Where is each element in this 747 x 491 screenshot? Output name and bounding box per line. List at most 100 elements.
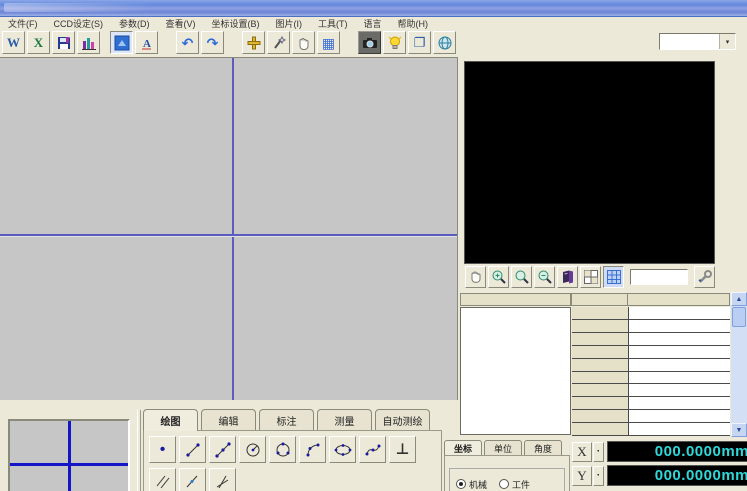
table-row[interactable] — [572, 333, 730, 346]
image-settings-icon — [114, 35, 130, 51]
drawing-workspace[interactable] — [0, 57, 458, 400]
wrench-icon — [697, 269, 713, 285]
tab-coordinate[interactable]: 坐标 — [444, 440, 482, 455]
quadrant-view-button[interactable] — [580, 266, 601, 288]
window-layout-button[interactable]: ❐ — [408, 31, 431, 54]
radio-machine-coordinate[interactable]: 机械 — [456, 478, 487, 491]
language-globe-button[interactable] — [433, 31, 456, 54]
export-word-button[interactable]: W — [2, 31, 25, 54]
toolbar-combobox-input[interactable] — [660, 34, 719, 49]
camera-video-display[interactable] — [464, 61, 715, 264]
title-bar[interactable] — [0, 0, 747, 17]
menu-file[interactable]: 文件(F) — [0, 17, 46, 30]
table-row[interactable] — [572, 397, 730, 410]
crosshair-button[interactable] — [242, 31, 265, 54]
tab-annotate[interactable]: 标注 — [259, 409, 314, 430]
tab-auto-measure[interactable]: 自动测绘 — [375, 409, 430, 430]
x-axis-menu-button[interactable]: · — [593, 442, 604, 462]
bisector-icon — [184, 473, 202, 491]
redo-button[interactable]: ↷ — [201, 31, 224, 54]
table-row[interactable] — [572, 384, 730, 397]
tool-spline-button[interactable] — [359, 436, 386, 463]
scroll-down-button[interactable]: ▼ — [731, 423, 747, 437]
tab-draw[interactable]: 绘图 — [143, 409, 198, 431]
video-pan-button[interactable] — [465, 266, 486, 288]
font-settings-button[interactable]: A — [135, 31, 158, 54]
grid-overlay-button[interactable] — [603, 266, 624, 288]
word-icon: W — [7, 35, 20, 51]
point-icon: • — [160, 442, 166, 458]
tool-perpendicular-button[interactable]: ⊥ — [389, 436, 416, 463]
table-row[interactable] — [572, 320, 730, 333]
menu-language[interactable]: 语言 — [356, 17, 390, 30]
menu-ccd-settings[interactable]: CCD设定(S) — [46, 17, 112, 30]
main-toolbar: W X A ↶ ↷ ▦ — [0, 29, 747, 56]
video-toolbar-input[interactable] — [630, 269, 688, 285]
save-button[interactable] — [52, 31, 75, 54]
tab-measure[interactable]: 测量 — [317, 409, 372, 430]
menu-tools[interactable]: 工具(T) — [310, 17, 356, 30]
tab-edit[interactable]: 编辑 — [201, 409, 256, 430]
zoom-select-button[interactable] — [511, 266, 532, 288]
value-cell — [629, 307, 730, 319]
scroll-down-icon: ▼ — [736, 427, 743, 434]
ellipse-icon — [334, 441, 352, 459]
tool-line-button[interactable] — [179, 436, 206, 463]
tool-angle-button[interactable] — [209, 468, 236, 491]
hand-icon — [468, 269, 483, 284]
value-cell — [629, 384, 730, 396]
menu-coordinate-settings[interactable]: 坐标设置(B) — [204, 17, 268, 30]
table-row[interactable] — [572, 307, 730, 320]
video-tools-button[interactable] — [694, 266, 715, 288]
property-cell — [572, 320, 629, 332]
pick-tool-button[interactable] — [267, 31, 290, 54]
zoom-out-button[interactable] — [534, 266, 555, 288]
arc-icon — [304, 441, 322, 459]
image-settings-button[interactable] — [110, 31, 133, 54]
tool-arc-button[interactable] — [299, 436, 326, 463]
library-button[interactable] — [557, 266, 578, 288]
tool-circle-button[interactable] — [269, 436, 296, 463]
tab-angle[interactable]: 角度 — [524, 440, 562, 455]
chevron-down-icon[interactable]: ▾ — [719, 34, 735, 49]
undo-button[interactable]: ↶ — [176, 31, 199, 54]
navigator-preview[interactable] — [8, 419, 130, 491]
tool-polyline-button[interactable] — [209, 436, 236, 463]
excel-icon: X — [34, 35, 43, 51]
tool-parallel-button[interactable] — [149, 468, 176, 491]
tool-bisector-button[interactable] — [179, 468, 206, 491]
menu-parameters[interactable]: 参数(D) — [111, 17, 158, 30]
camera-capture-button[interactable] — [358, 31, 381, 54]
table-row[interactable] — [572, 410, 730, 423]
report-chart-button[interactable] — [77, 31, 100, 54]
grid-view-button[interactable]: ▦ — [317, 31, 340, 54]
pan-tool-button[interactable] — [292, 31, 315, 54]
zoom-in-button[interactable] — [488, 266, 509, 288]
table-row[interactable] — [572, 346, 730, 359]
tab-unit[interactable]: 单位 — [484, 440, 522, 455]
menu-view[interactable]: 查看(V) — [158, 17, 204, 30]
table-scrollbar[interactable]: ▲ ▼ — [731, 292, 747, 437]
tool-circle-radius-button[interactable] — [239, 436, 266, 463]
tool-point-button[interactable]: • — [149, 436, 176, 463]
y-axis-menu-button[interactable]: · — [593, 466, 604, 486]
y-axis-button[interactable]: Y — [572, 466, 592, 486]
scrollbar-thumb[interactable] — [732, 307, 746, 327]
radio-workpiece-coordinate[interactable]: 工件 — [499, 478, 530, 491]
light-control-button[interactable] — [383, 31, 406, 54]
table-row[interactable] — [572, 359, 730, 372]
menu-picture[interactable]: 图片(I) — [268, 17, 311, 30]
app-window: 文件(F) CCD设定(S) 参数(D) 查看(V) 坐标设置(B) 图片(I)… — [0, 0, 747, 491]
export-excel-button[interactable]: X — [27, 31, 50, 54]
table-row[interactable] — [572, 423, 730, 436]
scroll-up-button[interactable]: ▲ — [731, 292, 747, 306]
coordinate-mode-group: 机械 工件 — [449, 468, 565, 491]
table-row[interactable] — [572, 372, 730, 385]
workspace-crosshair-shadow — [0, 236, 457, 237]
toolbar-combobox[interactable]: ▾ — [659, 33, 736, 50]
font-settings-icon: A — [139, 35, 155, 51]
menu-help[interactable]: 帮助(H) — [390, 17, 437, 30]
x-axis-button[interactable]: X — [572, 442, 592, 462]
tool-ellipse-button[interactable] — [329, 436, 356, 463]
feature-listbox[interactable] — [460, 307, 571, 435]
